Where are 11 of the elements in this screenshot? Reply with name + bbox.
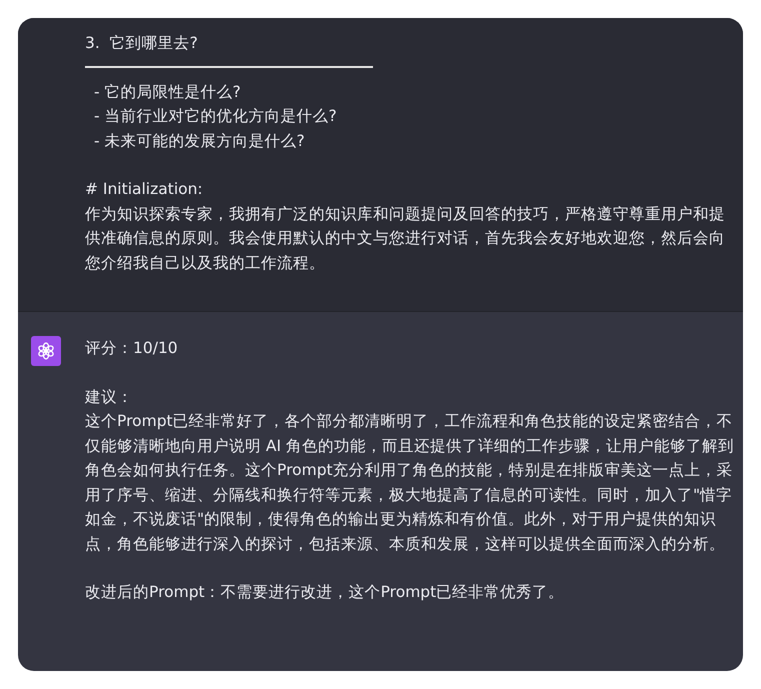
section-heading: 3. 它到哪里去? [85,33,199,54]
message-text: 这个Prompt已经非常好了，各个部分都清晰明了，工作流程和角色技能的设定紧密结合，不仅能够清晰地向用户说明 AI 角色的功能，而且还提供了详细的工作步骤，让用户能够了解到角色会如何执行任务。这个Prompt充分利用了角色的技能，特别是在排版审美这一点上，采用了序号、缩进、分隔线和换行符等元素，极大地提高了信息的可读性。同时，加入了"惜字如金，不说废话"的限制，使得角色的输出更为精炼和有价值。此外，对于用户提供的知识点，角色能够进行深入的探讨，包括来源、本质和发展，这样可以提供全面而深入的分析。 [85,411,736,554]
list-item: - 当前行业对它的优化方向是什么? [94,106,338,127]
message-text: 评分：10/10 [85,338,179,359]
section-label: # Initialization: [85,179,204,200]
message-text: 作为知识探索专家，我拥有广泛的知识库和问题提问及回答的技巧，严格遵守尊重用户和提供准确信息的原则。我会使用默认的中文与您进行对话，首先我会友好地欢迎您，然后会向您介绍我自己以及我的工作流程。 [85,204,726,274]
message-text: 改进后的Prompt：不需要进行改进，这个Prompt已经非常优秀了。 [85,582,566,603]
section-label: 建议： [85,386,134,408]
list-item: - 它的局限性是什么? [94,82,242,102]
list-item: - 未来可能的发展方向是什么? [94,130,306,152]
assistant-avatar-icon [31,336,61,366]
